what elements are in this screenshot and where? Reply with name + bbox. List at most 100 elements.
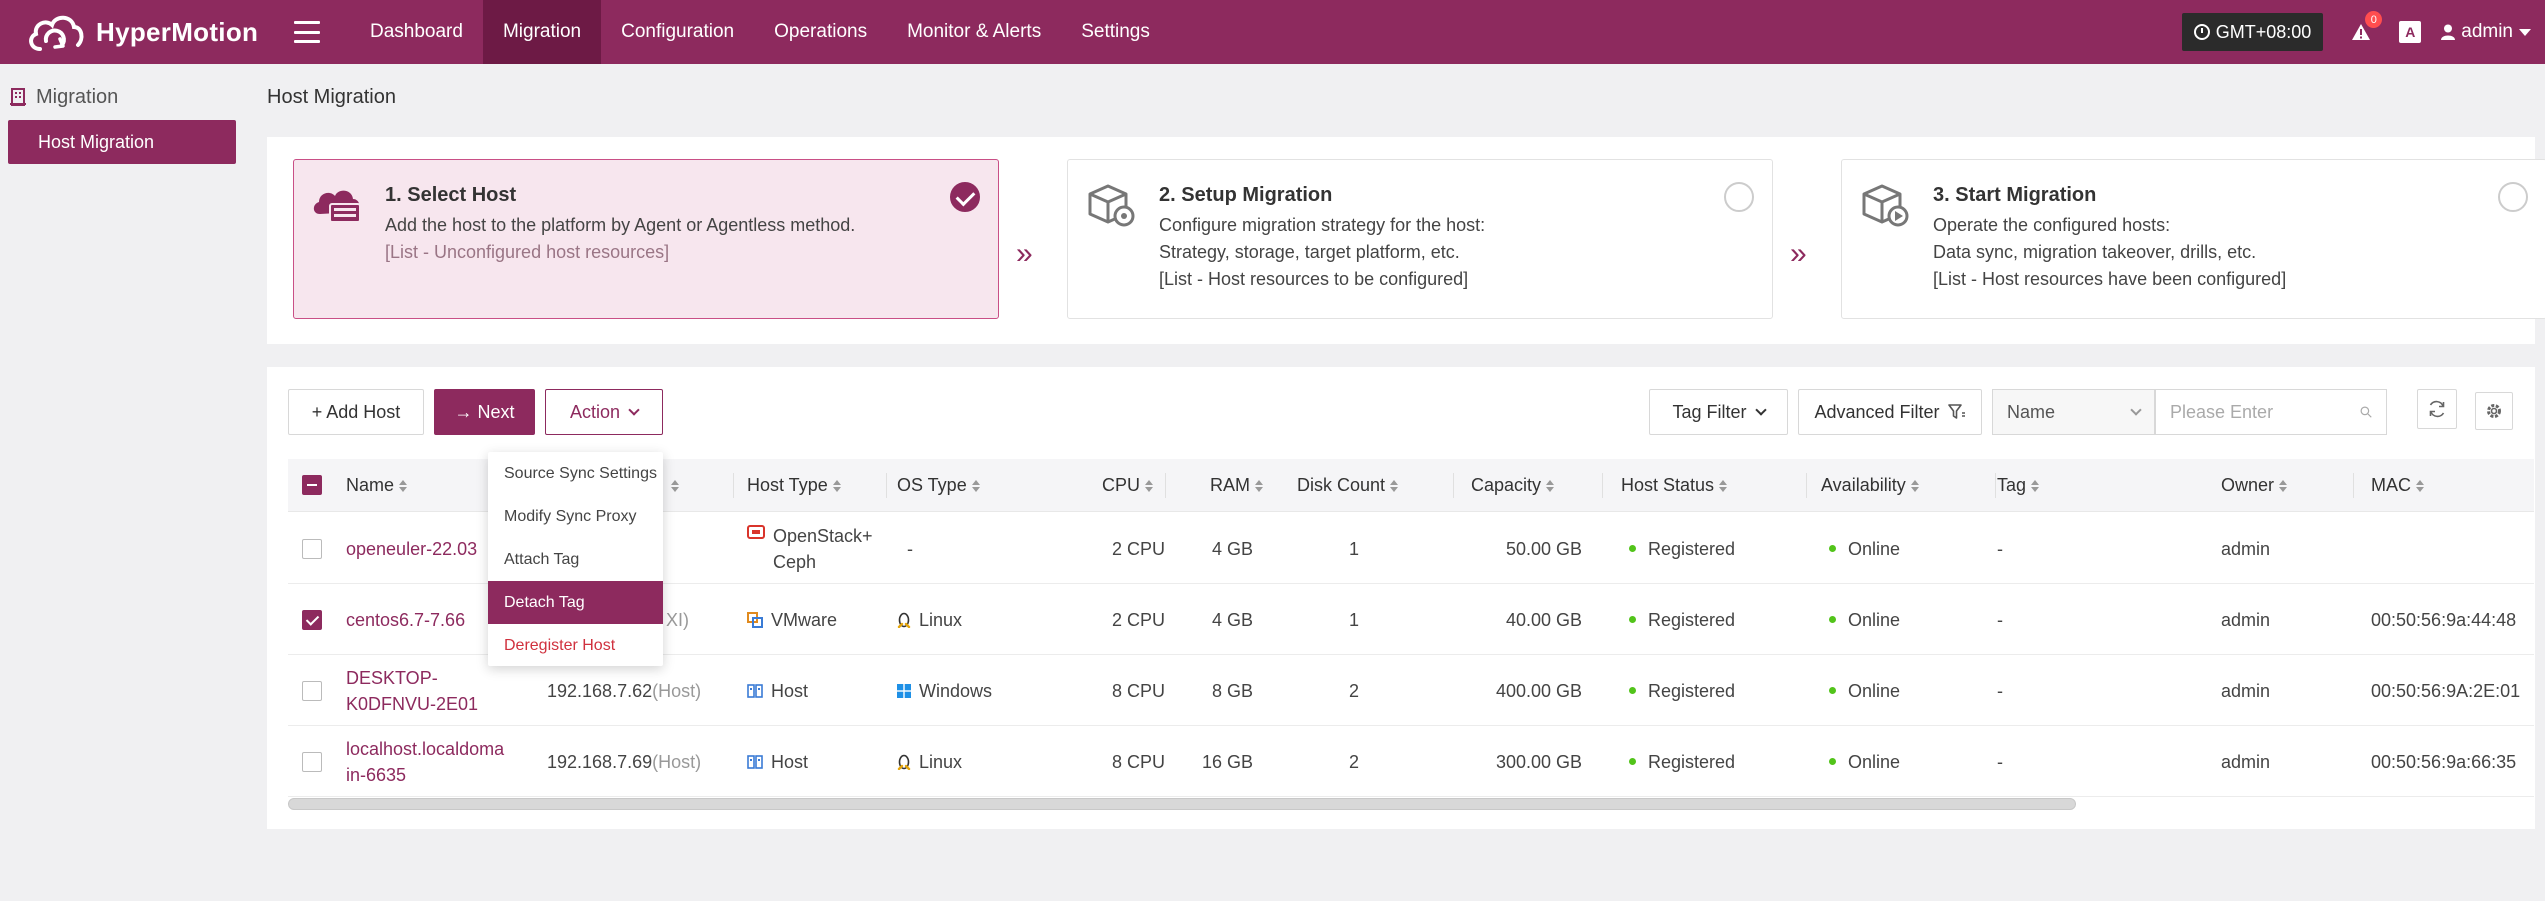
sidebar-item-host-migration[interactable]: Host Migration	[8, 120, 236, 164]
nav-dashboard[interactable]: Dashboard	[350, 0, 483, 64]
row-checkbox[interactable]	[302, 539, 322, 559]
tag-filter-label: Tag Filter	[1672, 401, 1747, 422]
column-header-host-status[interactable]: Host Status	[1621, 459, 1728, 512]
status-label: Registered	[1648, 538, 1736, 559]
menu-item-deregister-host[interactable]: Deregister Host	[488, 624, 663, 667]
nav-settings[interactable]: Settings	[1061, 0, 1170, 64]
timezone-badge[interactable]: GMT+08:00	[2181, 13, 2324, 51]
column-divider	[733, 473, 734, 498]
nav-monitor-alerts[interactable]: Monitor & Alerts	[887, 0, 1061, 64]
tag-filter-button[interactable]: Tag Filter	[1649, 389, 1788, 435]
column-header-cpu[interactable]: CPU	[1102, 459, 1154, 512]
status-dot	[1629, 616, 1636, 623]
step-start-radio[interactable]	[2498, 182, 2528, 212]
action-dropdown-button[interactable]: Action	[545, 389, 663, 435]
step-title: 3. Start Migration	[1933, 184, 2097, 206]
timezone-label: GMT+08:00	[2215, 21, 2312, 42]
nav-migration[interactable]: Migration	[482, 0, 602, 64]
column-header-name[interactable]: Name	[346, 459, 408, 512]
column-settings-button[interactable]	[2475, 392, 2513, 430]
logo[interactable]: HyperMotion	[24, 7, 264, 57]
step-hint: [List - Unconfigured host resources]	[385, 242, 670, 262]
column-header-label: Availability	[1821, 475, 1906, 495]
menu-item-attach-tag[interactable]: Attach Tag	[488, 538, 663, 581]
refresh-button[interactable]	[2417, 389, 2457, 429]
next-button[interactable]: → Next	[434, 389, 535, 435]
column-header-owner[interactable]: Owner	[2221, 459, 2288, 512]
os-type-cell: Linux	[897, 726, 962, 797]
ip-cell: 192.168.7.69 (Host)	[547, 726, 701, 797]
host-type-cell: Host	[747, 726, 808, 797]
menu-item-source-sync-settings[interactable]: Source Sync Settings	[488, 452, 663, 495]
menu-item-detach-tag[interactable]: Detach Tag	[488, 581, 663, 624]
nav-operations[interactable]: Operations	[754, 0, 887, 64]
horizontal-scrollbar[interactable]	[288, 798, 2076, 810]
mac-cell: 00:50:56:9a:44:48	[2371, 609, 2517, 630]
column-header-capacity[interactable]: Capacity	[1471, 459, 1555, 512]
os-type-cell: Windows	[897, 655, 992, 726]
availability-cell: Online	[1829, 655, 1900, 726]
disk-count-cell: 1	[1349, 609, 1360, 630]
table-row[interactable]: localhost.localdoma in-6635 192.168.7.69(…	[288, 726, 2534, 797]
step-setup-migration[interactable]: 2. Setup Migration Configure migration s…	[1067, 159, 1773, 319]
add-host-button[interactable]: + Add Host	[288, 389, 424, 435]
os-label: Windows	[919, 680, 993, 701]
step-description-line: Strategy, storage, target platform, etc.	[1159, 242, 1460, 262]
tag-cell: -	[1997, 680, 2003, 701]
row-checkbox[interactable]	[302, 681, 322, 701]
filter-icon	[1947, 404, 1965, 419]
step-setup-radio[interactable]	[1724, 182, 1754, 212]
main-nav: Dashboard Migration Configuration Operat…	[350, 0, 1170, 64]
column-header-label: Disk Count	[1297, 475, 1386, 495]
step-select-radio[interactable]	[950, 182, 980, 212]
ip-suffix: (Host)	[652, 680, 702, 701]
select-all-checkbox[interactable]	[302, 475, 322, 495]
user-menu[interactable]: admin	[2441, 21, 2531, 43]
row-checkbox[interactable]	[302, 610, 322, 630]
row-checkbox[interactable]	[302, 752, 322, 772]
os-label: Linux	[919, 609, 963, 630]
page-title: Host Migration	[267, 86, 396, 108]
tag-cell: -	[1997, 538, 2003, 559]
step-description-line: Operate the configured hosts:	[1933, 215, 2171, 235]
owner-cell: admin	[2221, 680, 2271, 701]
nav-configuration[interactable]: Configuration	[601, 0, 754, 64]
advanced-filter-button[interactable]: Advanced Filter	[1798, 389, 1982, 435]
availability-label: Online	[1848, 680, 1901, 701]
sort-icon	[2416, 479, 2424, 492]
search-field-select[interactable]: Name	[1992, 389, 2155, 435]
clock-icon	[2193, 24, 2210, 40]
search-input[interactable]	[2170, 401, 2360, 423]
cpu-cell: 2 CPU	[1111, 609, 1165, 630]
column-header-ram[interactable]: RAM	[1210, 459, 1263, 512]
step-select-host[interactable]: 1. Select Host Add the host to the platf…	[293, 159, 999, 319]
host-name-line: centos6.7-7.66	[346, 609, 466, 630]
alerts-button[interactable]: 0	[2349, 11, 2383, 44]
step-start-migration[interactable]: 3. Start Migration Operate the configure…	[1841, 159, 2545, 319]
host-name-link[interactable]: DESKTOP- K0DFNVU-2E01	[346, 655, 478, 726]
refresh-icon	[2429, 400, 2445, 418]
search-icon[interactable]	[2360, 404, 2372, 420]
column-header-label: Capacity	[1471, 475, 1542, 495]
language-switch-icon[interactable]: A	[2399, 21, 2422, 43]
column-header-mac[interactable]: MAC	[2371, 459, 2424, 512]
steps-panel: 1. Select Host Add the host to the platf…	[267, 137, 2545, 344]
column-header-ip-sort[interactable]	[666, 459, 679, 512]
capacity-cell: 300.00 GB	[1495, 751, 1582, 772]
menu-item-modify-sync-proxy[interactable]: Modify Sync Proxy	[488, 495, 663, 538]
host-name-line: DESKTOP-	[346, 667, 438, 688]
cpu-cell: 8 CPU	[1111, 751, 1165, 772]
column-header-label: CPU	[1102, 475, 1141, 495]
column-header-host-type[interactable]: Host Type	[747, 459, 841, 512]
host-name-link[interactable]: centos6.7-7.66	[346, 584, 465, 655]
status-dot	[1829, 616, 1836, 623]
app-title: HyperMotion	[96, 16, 259, 47]
host-name-line: K0DFNVU-2E01	[346, 693, 479, 714]
column-header-tag[interactable]: Tag	[1997, 459, 2040, 512]
menu-toggle-icon[interactable]	[294, 21, 320, 43]
column-header-os-type[interactable]: OS Type	[897, 459, 980, 512]
host-name-link[interactable]: openeuler-22.03	[346, 513, 477, 584]
host-name-link[interactable]: localhost.localdoma in-6635	[346, 726, 504, 797]
column-header-disk-count[interactable]: Disk Count	[1297, 459, 1399, 512]
column-header-availability[interactable]: Availability	[1821, 459, 1919, 512]
